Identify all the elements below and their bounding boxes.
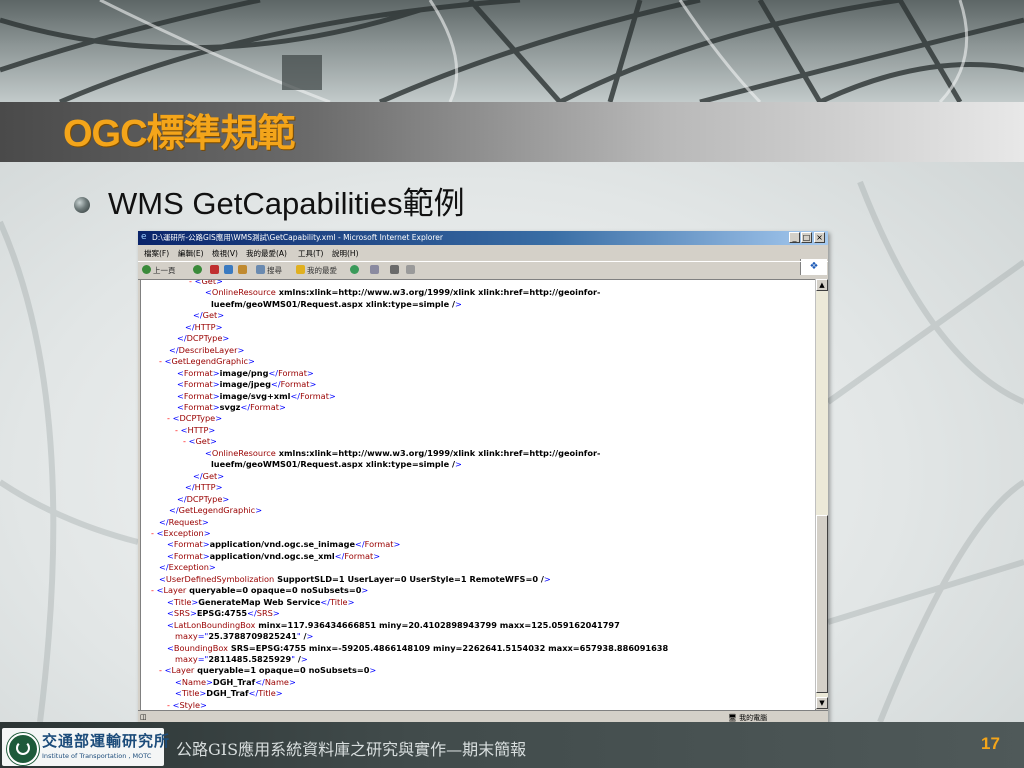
menu-bar: 檔案(F) 編輯(E) 檢視(V) 我的最愛(A) 工具(T) 說明(H) ❖ xyxy=(138,245,828,275)
xml-line: lueefm/geoWMS01/Request.aspx xlink:type=… xyxy=(211,459,462,470)
xml-line: <Title>GenerateMap Web Service</Title> xyxy=(167,596,355,607)
bullet-text: WMS GetCapabilities範例 xyxy=(108,186,465,221)
xml-line: - <Get> xyxy=(189,279,223,286)
menu-favorites[interactable]: 我的最愛(A) xyxy=(246,248,287,259)
xml-line: - <Exception> xyxy=(151,527,211,538)
xml-line: </Exception> xyxy=(159,562,216,573)
xml-line: <OnlineResource xmlns:xlink=http://www.w… xyxy=(205,447,601,458)
xml-line: </GetLegendGraphic> xyxy=(169,505,263,516)
xml-line: <Title>DGH_Traf</Title> xyxy=(175,688,283,699)
scroll-up-button[interactable]: ▲ xyxy=(816,279,828,291)
menu-tools[interactable]: 工具(T) xyxy=(298,248,323,259)
mail-icon[interactable] xyxy=(370,265,379,274)
maximize-button[interactable]: □ xyxy=(801,232,812,243)
edit-icon[interactable] xyxy=(406,265,415,274)
menu-help[interactable]: 說明(H) xyxy=(332,248,359,259)
xml-line: - <Layer queryable=1 opaque=0 noSubsets=… xyxy=(159,665,377,676)
xml-line: - <GetLegendGraphic> xyxy=(159,356,255,367)
page-status-icon: ◫ xyxy=(140,713,147,721)
page-number: 17 xyxy=(981,734,1000,753)
xml-line: </HTTP> xyxy=(185,482,223,493)
xml-line: <LatLonBoundingBox minx=117.936434666851… xyxy=(167,619,620,630)
minimize-button[interactable]: _ xyxy=(789,232,800,243)
header-photo xyxy=(0,0,1024,102)
xml-line: </DCPType> xyxy=(177,333,230,344)
back-arrow-icon[interactable] xyxy=(142,265,151,274)
xml-line: - <Get> xyxy=(183,436,217,447)
search-button[interactable]: 搜尋 xyxy=(267,265,282,276)
scroll-down-button[interactable]: ▼ xyxy=(816,697,828,709)
back-button[interactable]: 上一頁 xyxy=(153,265,176,276)
xml-content: - <Get> <OnlineResource xmlns:xlink=http:… xyxy=(141,279,669,710)
browser-titlebar[interactable]: e D:\運研所-公路GIS應用\WMS測試\GetCapability.xml… xyxy=(138,231,828,245)
footer-text: 公路GIS應用系統資料庫之研究與實作—期末簡報 xyxy=(176,740,527,759)
org-logo-icon xyxy=(7,733,39,765)
menu-edit[interactable]: 編輯(E) xyxy=(178,248,204,259)
xml-line: </Get> xyxy=(193,470,225,481)
xml-line: <Format>image/svg+xml</Format> xyxy=(177,390,336,401)
org-subtitle: Institute of Transportation , MOTC xyxy=(42,752,152,760)
xml-line: <UserDefinedSymbolization SupportSLD=1 U… xyxy=(159,573,551,584)
xml-line: <Format>image/jpeg</Format> xyxy=(177,379,317,390)
xml-line: - <Layer queryable=0 opaque=0 noSubsets=… xyxy=(151,585,369,596)
vertical-scrollbar[interactable]: ▲ ▼ xyxy=(815,279,828,709)
xml-line: <Format>application/vnd.ogc.se_xml</Form… xyxy=(167,550,381,561)
print-icon[interactable] xyxy=(390,265,399,274)
slide-title: OGC標準規範 xyxy=(63,113,296,155)
scroll-thumb[interactable] xyxy=(816,515,828,693)
xml-line: lueefm/geoWMS01/Request.aspx xlink:type=… xyxy=(211,298,462,309)
xml-line: <OnlineResource xmlns:xlink=http://www.w… xyxy=(205,287,601,298)
xml-line: - <HTTP> xyxy=(175,424,216,435)
status-zone-label: 我的電腦 xyxy=(739,714,768,722)
xml-line: - <DCPType> xyxy=(167,413,223,424)
xml-line: <Name>DGH_Traf</Name> xyxy=(175,676,296,687)
forward-arrow-icon[interactable] xyxy=(193,265,202,274)
favorites-button[interactable]: 我的最愛 xyxy=(307,265,337,276)
dome-lattice-graphic xyxy=(0,0,1024,102)
xml-document-view[interactable]: - <Get> <OnlineResource xmlns:xlink=http:… xyxy=(140,279,816,711)
favorites-star-icon[interactable] xyxy=(296,265,305,274)
xml-line: <Format>application/vnd.ogc.se_inimage</… xyxy=(167,539,401,550)
browser-title: D:\運研所-公路GIS應用\WMS測試\GetCapability.xml -… xyxy=(152,233,443,242)
xml-line: </HTTP> xyxy=(185,321,223,332)
xml-line: maxy="2811485.5825929" /> xyxy=(175,653,308,664)
home-icon[interactable] xyxy=(238,265,247,274)
org-name: 交通部運輸研究所 xyxy=(42,732,171,750)
browser-window: e D:\運研所-公路GIS應用\WMS測試\GetCapability.xml… xyxy=(138,231,828,723)
xml-line: <Format>image/png</Format> xyxy=(177,367,314,378)
ie-icon: e xyxy=(141,232,147,242)
xml-line: </DescribeLayer> xyxy=(169,344,245,355)
refresh-icon[interactable] xyxy=(224,265,233,274)
xml-line: <SRS>EPSG:4755</SRS> xyxy=(167,608,280,619)
xml-line: <BoundingBox SRS=EPSG:4755 minx=-59205.4… xyxy=(167,642,669,653)
xml-line: </Get> xyxy=(193,310,225,321)
stop-icon[interactable] xyxy=(210,265,219,274)
search-icon[interactable] xyxy=(256,265,265,274)
xml-line: </DCPType> xyxy=(177,493,230,504)
media-icon[interactable] xyxy=(350,265,359,274)
close-button[interactable]: × xyxy=(814,232,825,243)
menu-file[interactable]: 檔案(F) xyxy=(144,248,169,259)
bullet-icon xyxy=(74,197,90,213)
xml-line: </Request> xyxy=(159,516,209,527)
xml-line: <Format>svgz</Format> xyxy=(177,401,286,412)
toolbar: 上一頁 搜尋 我的最愛 xyxy=(138,261,828,280)
xml-line: maxy="25.3788709825241" /> xyxy=(175,631,314,642)
menu-view[interactable]: 檢視(V) xyxy=(212,248,238,259)
